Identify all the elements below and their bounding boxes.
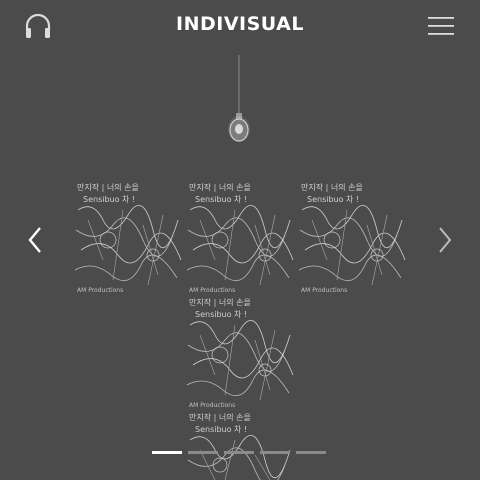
tile-text: Sensibuo 차 !	[195, 310, 247, 319]
scribble-pattern: 만지작 | 너의 손을 Sensibuo 차 ! AM Productions	[298, 182, 406, 294]
hamburger-menu-icon	[428, 17, 454, 35]
tile-text: 만지작 | 너의 손을	[189, 182, 251, 192]
page: INDIVISUAL 만지작 | 너의 손을 Sensibuo 차 ! AM P…	[0, 0, 480, 480]
artwork-tile: 만지작 | 너의 손을 Sensibuo 차 ! AM Productions	[297, 180, 407, 295]
pagination-dot[interactable]	[188, 451, 218, 454]
pagination-dot[interactable]	[224, 451, 254, 454]
tile-text: AM Productions	[189, 287, 235, 294]
scribble-pattern: 만지작 | 너의 손을 Sensibuo 차 ! AM Productions	[74, 182, 182, 294]
pagination-dot[interactable]	[152, 451, 182, 454]
scribble-pattern: 만지작 | 너의 손을 Sensibuo 차 ! AM Productions	[186, 297, 294, 409]
tile-text: Sensibuo 차 !	[195, 195, 247, 204]
tile-text: 만지작 | 너의 손을	[189, 412, 251, 422]
app-title[interactable]: INDIVISUAL	[0, 13, 480, 35]
tile-text: AM Productions	[77, 287, 123, 294]
tile-text: Sensibuo 차 !	[195, 425, 247, 434]
tile-text: 만지작 | 너의 손을	[189, 297, 251, 307]
hanging-light-bulb	[220, 55, 260, 155]
tile-text: 만지작 | 너의 손을	[301, 182, 363, 192]
hanging-light-bulb-icon	[228, 55, 250, 142]
header: INDIVISUAL	[0, 0, 480, 52]
pagination-dot[interactable]	[260, 451, 290, 454]
artwork-tile: 만지작 | 너의 손을 Sensibuo 차 ! AM Productions	[185, 180, 295, 295]
next-slide-button[interactable]	[432, 224, 458, 256]
artwork-tile: 만지작 | 너의 손을 Sensibuo 차 !	[185, 410, 295, 480]
tile-text: 만지작 | 너의 손을	[77, 182, 139, 192]
carousel-pagination	[152, 451, 328, 455]
pagination-dot[interactable]	[296, 451, 326, 454]
chevron-right-icon	[439, 227, 452, 253]
previous-slide-button[interactable]	[22, 224, 48, 256]
artwork-tile: 만지작 | 너의 손을 Sensibuo 차 ! AM Productions	[73, 180, 183, 295]
tile-text: Sensibuo 차 !	[83, 195, 135, 204]
chevron-left-icon	[28, 227, 41, 253]
tile-text: AM Productions	[189, 402, 235, 409]
artwork-slide: 만지작 | 너의 손을 Sensibuo 차 ! AM Productions …	[70, 180, 410, 480]
scribble-pattern: 만지작 | 너의 손을 Sensibuo 차 !	[187, 412, 291, 480]
artwork-tile: 만지작 | 너의 손을 Sensibuo 차 ! AM Productions	[185, 295, 295, 410]
scribble-pattern: 만지작 | 너의 손을 Sensibuo 차 ! AM Productions	[186, 182, 294, 294]
menu-button[interactable]	[428, 15, 454, 37]
tile-text: AM Productions	[301, 287, 347, 294]
tile-text: Sensibuo 차 !	[307, 195, 359, 204]
